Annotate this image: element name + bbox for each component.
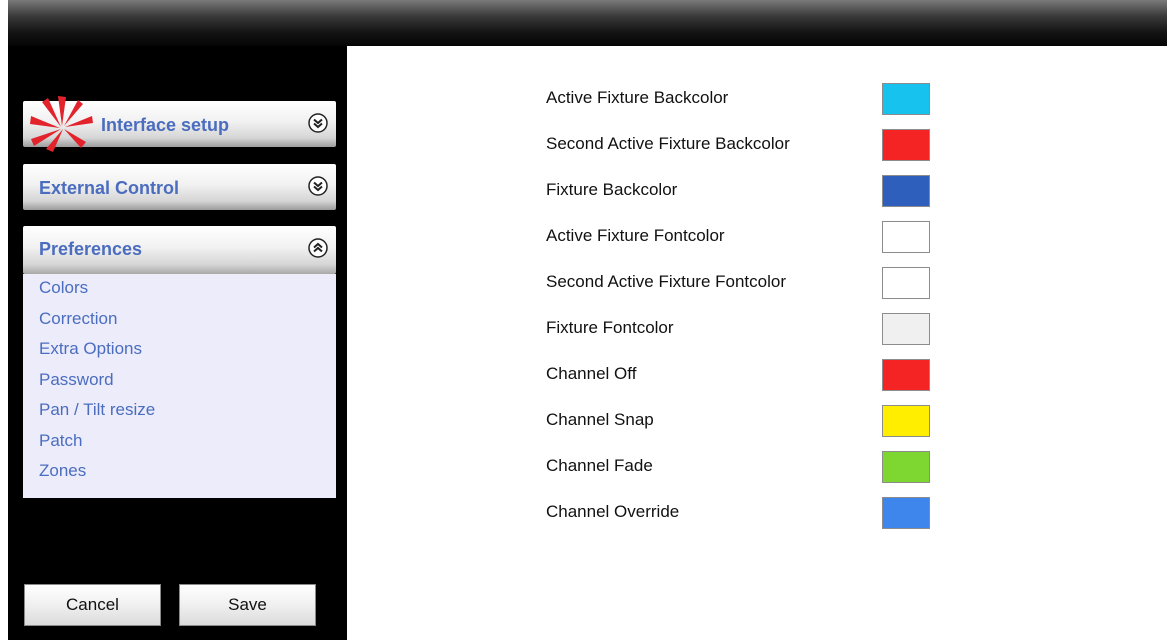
chevron-double-up-icon[interactable]: [308, 238, 328, 258]
color-label-fixture-fontcolor: Fixture Fontcolor: [546, 318, 674, 337]
sidebar: Interface setup External Control Prefere…: [8, 46, 347, 640]
preferences-menu: Colors Correction Extra Options Password…: [23, 274, 336, 498]
color-label-fixture-backcolor: Fixture Backcolor: [546, 180, 678, 199]
pref-item-extra-options[interactable]: Extra Options: [39, 339, 142, 359]
color-label-active-fixture-fontcolor: Active Fixture Fontcolor: [546, 226, 725, 245]
chevron-double-down-icon[interactable]: [308, 176, 328, 196]
logo-starburst-icon: [30, 96, 93, 152]
pref-item-colors[interactable]: Colors: [39, 278, 88, 298]
pref-item-pan-tilt-resize[interactable]: Pan / Tilt resize: [39, 400, 155, 420]
color-swatch-channel-override[interactable]: [882, 497, 930, 529]
pref-item-correction[interactable]: Correction: [39, 309, 117, 329]
color-swatch-fixture-backcolor[interactable]: [882, 175, 930, 207]
pref-item-password[interactable]: Password: [39, 370, 114, 390]
color-label-active-fixture-backcolor: Active Fixture Backcolor: [546, 88, 729, 107]
save-button[interactable]: Save: [179, 584, 316, 626]
left-edge: [0, 0, 8, 640]
color-swatch-channel-off[interactable]: [882, 359, 930, 391]
color-swatch-active-fixture-fontcolor[interactable]: [882, 221, 930, 253]
pref-item-patch[interactable]: Patch: [39, 431, 82, 451]
top-bar: [8, 0, 1167, 46]
color-swatch-second-active-fixture-fontcolor[interactable]: [882, 267, 930, 299]
pref-item-zones[interactable]: Zones: [39, 461, 86, 481]
color-label-channel-snap: Channel Snap: [546, 410, 654, 429]
color-label-channel-off: Channel Off: [546, 364, 637, 383]
chevron-double-down-icon[interactable]: [308, 113, 328, 133]
color-label-channel-override: Channel Override: [546, 502, 680, 521]
panel-preferences[interactable]: Preferences: [23, 226, 336, 274]
color-label-second-active-fixture-fontcolor: Second Active Fixture Fontcolor: [546, 272, 787, 291]
color-swatch-fixture-fontcolor[interactable]: [882, 313, 930, 345]
color-label-second-active-fixture-backcolor: Second Active Fixture Backcolor: [546, 134, 790, 153]
color-swatch-second-active-fixture-backcolor[interactable]: [882, 129, 930, 161]
color-swatch-channel-snap[interactable]: [882, 405, 930, 437]
panel-interface-setup-label: Interface setup: [101, 115, 230, 135]
panel-external-control[interactable]: External Control: [23, 164, 336, 210]
panel-external-control-label: External Control: [39, 178, 180, 198]
color-swatch-active-fixture-backcolor[interactable]: [882, 83, 930, 115]
color-label-channel-fade: Channel Fade: [546, 456, 653, 475]
panel-preferences-label: Preferences: [39, 239, 143, 259]
color-swatch-channel-fade[interactable]: [882, 451, 930, 483]
cancel-button[interactable]: Cancel: [24, 584, 161, 626]
